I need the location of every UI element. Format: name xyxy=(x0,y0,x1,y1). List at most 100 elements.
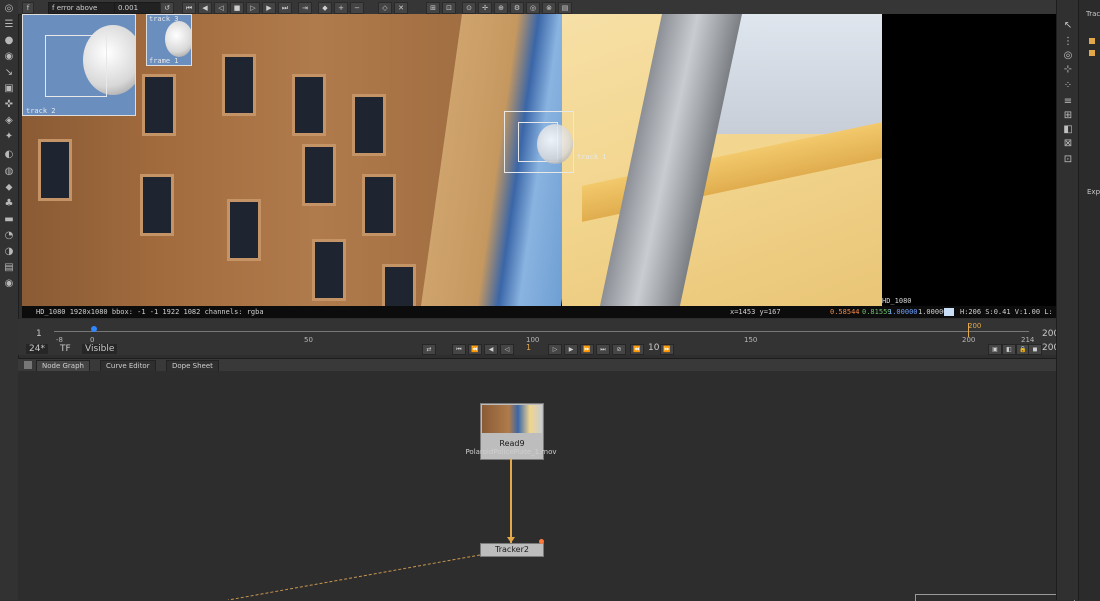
current-frame[interactable]: 1 xyxy=(526,343,531,352)
draw-icon[interactable]: ● xyxy=(3,35,15,47)
playback-mode-icon[interactable]: ⇄ xyxy=(422,344,436,355)
transform-tool-icon[interactable]: ⊹ xyxy=(1062,64,1074,76)
tracker-tool-icon[interactable]: ⋮ xyxy=(1062,36,1074,48)
format-info: HD_1080 1920x1080 bbox: -1 -1 1922 1082 … xyxy=(36,308,264,316)
last-keyframe-icon[interactable]: ⏭ xyxy=(278,2,292,14)
refresh-icon[interactable]: ↺ xyxy=(160,2,174,14)
audio-icon[interactable]: ◼ xyxy=(1028,344,1042,355)
track-forward-icon[interactable]: ▷ xyxy=(246,2,260,14)
end-marker-label: 200 xyxy=(968,322,982,330)
left-toolbar: ◎ ☰ ● ◉ ↘ ▣ ✜ ◈ ✦ ◐ ◍ ⬥ ♣ ▬ ◔ ◑ ▤ ◉ xyxy=(0,0,19,600)
zoom-icon[interactable]: ⊕ xyxy=(494,2,508,14)
transform-icon[interactable]: ◐ xyxy=(3,149,15,161)
pin-icon[interactable]: ⊗ xyxy=(542,2,556,14)
first-keyframe-icon[interactable]: ⏮ xyxy=(182,2,196,14)
lines-icon[interactable]: ≡ xyxy=(1062,96,1074,108)
gain-icon[interactable]: f xyxy=(22,2,34,14)
plugins-icon[interactable]: ◉ xyxy=(3,278,15,290)
channel-icon[interactable]: ↘ xyxy=(3,67,15,79)
proxy-icon[interactable]: ◧ xyxy=(1002,344,1016,355)
skip-back-icon[interactable]: ⏪ xyxy=(630,344,644,355)
metadata-icon[interactable]: ◔ xyxy=(3,230,15,242)
gain-field[interactable]: 0.001 xyxy=(114,2,162,14)
deep-icon[interactable]: ♣ xyxy=(3,198,15,210)
play-backward-icon[interactable]: ◁ xyxy=(500,344,514,355)
range-select[interactable]: Visible xyxy=(82,344,118,354)
mask-pipe xyxy=(227,554,481,600)
keyer-icon[interactable]: ◈ xyxy=(3,115,15,127)
settings-icon[interactable]: ⚙ xyxy=(510,2,524,14)
move-icon[interactable]: ✢ xyxy=(478,2,492,14)
prev-frame-icon[interactable]: ◀ xyxy=(484,344,498,355)
color-icon[interactable]: ▣ xyxy=(3,83,15,95)
playhead-icon[interactable] xyxy=(91,326,97,332)
next-keyframe-icon[interactable]: ▶ xyxy=(262,2,276,14)
camera-icon[interactable]: ◎ xyxy=(526,2,540,14)
center-icon[interactable]: ⊡ xyxy=(442,2,456,14)
pixel-r: 0.58544 xyxy=(830,308,860,316)
inset-track3-label: track 3 xyxy=(149,15,179,23)
select-icon[interactable]: ↖ xyxy=(1062,20,1074,32)
inset-track2-label: track 2 xyxy=(26,107,56,115)
delete-track-icon[interactable]: − xyxy=(350,2,364,14)
time-icon[interactable]: ◉ xyxy=(3,51,15,63)
export-label: Exp xyxy=(1087,188,1100,196)
last-frame-icon[interactable]: ⏭ xyxy=(596,344,610,355)
error-mode-select[interactable]: f error above xyxy=(48,2,118,14)
target-icon[interactable]: ◎ xyxy=(1062,50,1074,62)
cache-icon[interactable]: ▣ xyxy=(988,344,1002,355)
viewer-toolbar: f f error above 0.001 ↺ ⏮ ◀ ◁ ■ ▷ ▶ ⏭ ⇥ … xyxy=(18,0,1056,15)
other-icon[interactable]: ▤ xyxy=(3,262,15,274)
overlay-icon[interactable]: ◧ xyxy=(1062,124,1074,136)
node-graph[interactable]: Read9 PolaroidPolicePlate_1.mov Tracker2 xyxy=(18,371,1076,600)
track2-zoom-inset: track 2 xyxy=(22,14,136,116)
timeline[interactable]: 1 200 -8 0 50 100 150 200 214 200 xyxy=(18,319,1059,346)
increment-field[interactable]: 10 xyxy=(648,343,659,353)
playback-controls: 24* TF Visible ⇄ ⏮ ⏪ ◀ ◁ 1 ▷ ▶ ⏩ ⏭ ⊘ ⏪ 1… xyxy=(18,343,1059,355)
frame-icon[interactable]: ⊠ xyxy=(1062,138,1074,150)
inset-frame-label: frame 1 xyxy=(149,57,179,65)
track3-zoom-inset: track 3 frame 1 xyxy=(146,14,192,66)
toolsets-icon[interactable]: ◑ xyxy=(3,246,15,258)
prev-keyframe-icon[interactable]: ◀ xyxy=(198,2,212,14)
filter-icon[interactable]: ✜ xyxy=(3,99,15,111)
views-icon[interactable]: ▬ xyxy=(3,214,15,226)
roi-icon[interactable]: ⊡ xyxy=(1062,154,1074,166)
next-frame-icon[interactable]: ▶ xyxy=(564,344,578,355)
format-label: HD_1080 xyxy=(882,297,912,305)
3d-icon[interactable]: ◍ xyxy=(3,166,15,178)
merge-icon[interactable]: ✦ xyxy=(3,131,15,143)
panel-menu-icon[interactable] xyxy=(24,361,32,369)
key-icon[interactable]: ◆ xyxy=(318,2,332,14)
viewer-info-bar: HD_1080 1920x1080 bbox: -1 -1 1922 1082 … xyxy=(22,306,1066,328)
panel-tabs: Node Graph Curve Editor Dope Sheet xyxy=(18,358,1076,372)
properties-panel: Trac Exp xyxy=(1078,0,1100,600)
lock-icon[interactable]: ▤ xyxy=(558,2,572,14)
particles-icon[interactable]: ⬥ xyxy=(3,182,15,194)
grid-tool-icon[interactable]: ⊞ xyxy=(1062,110,1074,122)
viewer-icon[interactable]: ◎ xyxy=(3,3,15,15)
prev-key-icon[interactable]: ⏪ xyxy=(468,344,482,355)
points-icon[interactable]: ⁘ xyxy=(1062,80,1074,92)
grid-icon[interactable]: ⊞ xyxy=(426,2,440,14)
track-range-icon[interactable]: ⇥ xyxy=(298,2,312,14)
fps-field[interactable]: 24* xyxy=(26,344,48,354)
add-track-icon[interactable]: + xyxy=(334,2,348,14)
track-backward-icon[interactable]: ◁ xyxy=(214,2,228,14)
clear-keys-icon[interactable]: ✕ xyxy=(394,2,408,14)
keyframe-icon[interactable]: ◇ xyxy=(378,2,392,14)
tf-toggle[interactable]: TF xyxy=(60,344,71,354)
menu-icon[interactable]: ☰ xyxy=(3,19,15,31)
color-swatch xyxy=(944,308,954,316)
timeline-track xyxy=(54,331,1029,332)
show-error-icon[interactable]: ⊙ xyxy=(462,2,476,14)
next-key-icon[interactable]: ⏩ xyxy=(580,344,594,355)
play-forward-icon[interactable]: ▷ xyxy=(548,344,562,355)
first-frame-icon[interactable]: ⏮ xyxy=(452,344,466,355)
stop-icon[interactable]: ■ xyxy=(230,2,244,14)
skip-forward-icon[interactable]: ⏩ xyxy=(660,344,674,355)
loop-icon[interactable]: ⊘ xyxy=(612,344,626,355)
track1-label: track 1 xyxy=(577,153,607,161)
pixel-coords: x=1453 y=167 xyxy=(730,308,781,316)
image-viewer[interactable]: track 2 track 3 frame 1 track 1 HD_1080 xyxy=(22,14,1056,306)
